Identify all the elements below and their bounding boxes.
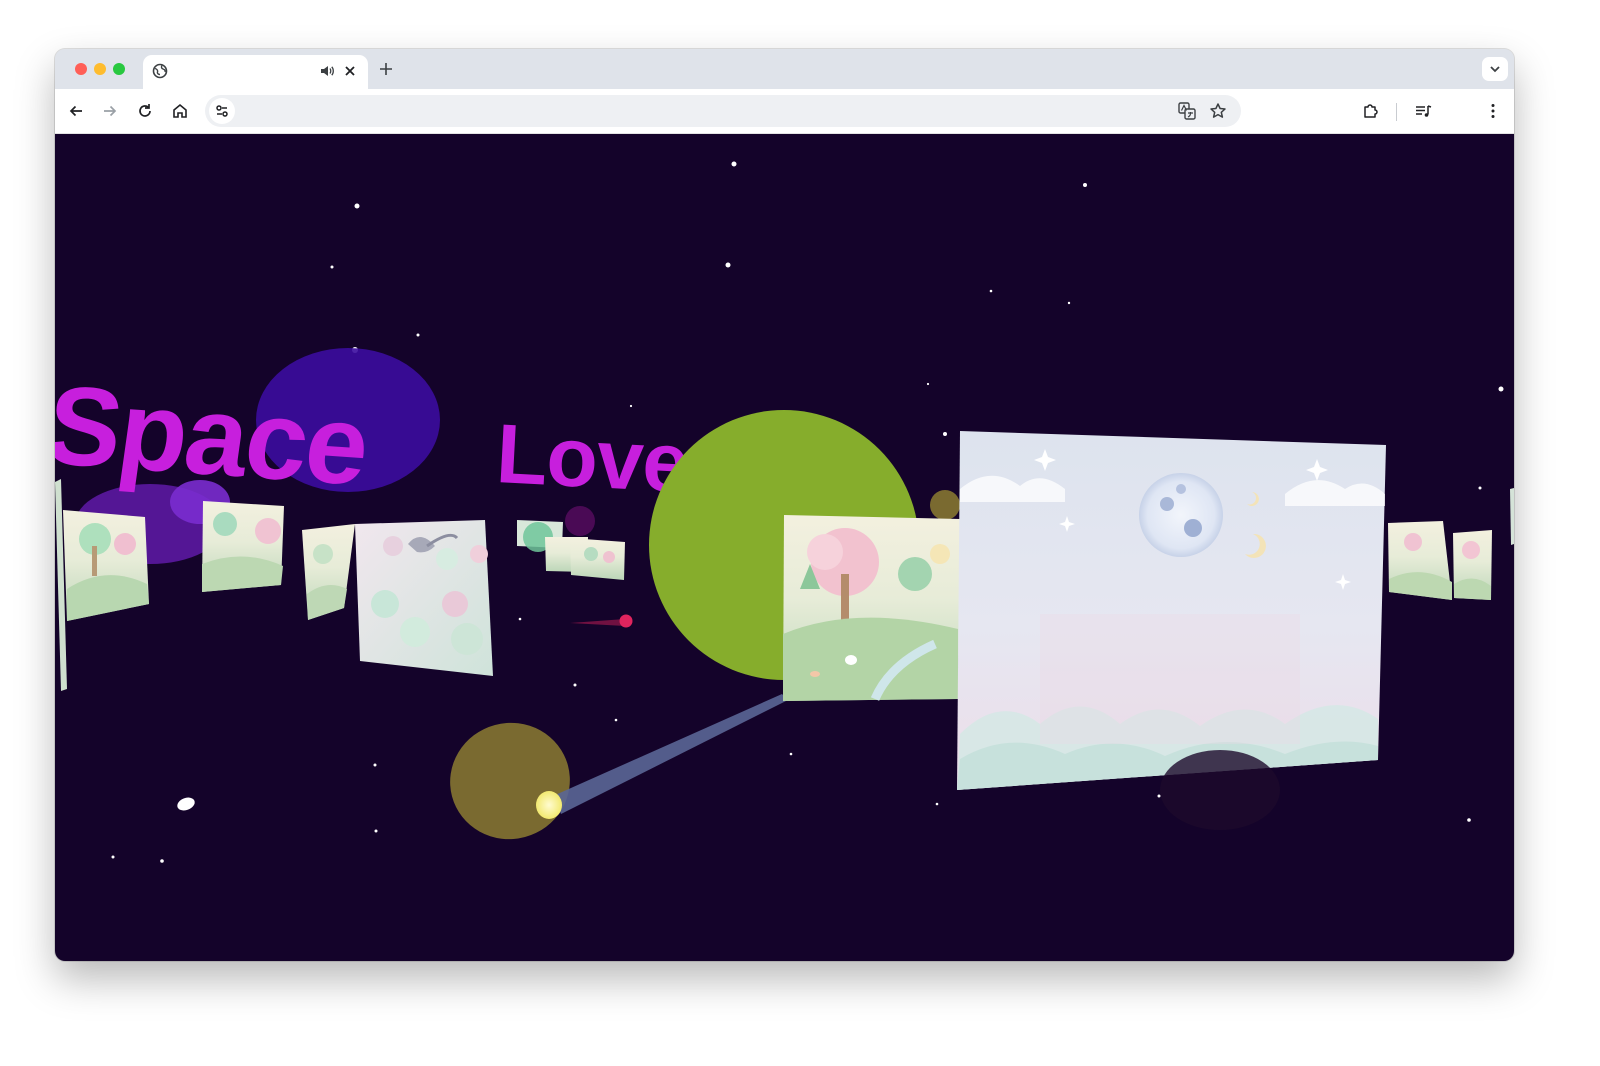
page-viewport: Space Love xyxy=(55,134,1514,961)
queue-music-icon xyxy=(1416,105,1432,117)
small-olive-moon xyxy=(930,490,960,520)
space-scene-canvas[interactable]: Space Love xyxy=(55,134,1514,961)
picture-card-distant-3[interactable] xyxy=(570,538,625,580)
arrow-left-icon xyxy=(69,105,82,117)
light-beam xyxy=(553,694,788,814)
shadow-blob xyxy=(1160,750,1280,830)
dark-moon xyxy=(565,506,595,536)
olive-planet xyxy=(450,722,570,840)
home-button[interactable] xyxy=(170,101,190,121)
star-icon[interactable] xyxy=(1208,101,1228,121)
home-icon xyxy=(173,103,187,118)
arrow-right-icon xyxy=(104,105,117,117)
reload-icon xyxy=(139,104,151,117)
tab-strip xyxy=(55,49,1514,89)
extensions-button[interactable] xyxy=(1361,101,1381,121)
tune-icon xyxy=(216,105,228,117)
picture-card-night-sky[interactable] xyxy=(957,431,1386,790)
minimize-window-button[interactable] xyxy=(94,63,106,75)
forward-button[interactable] xyxy=(100,101,120,121)
picture-card-meadow-2[interactable] xyxy=(202,501,284,592)
browser-window: Space Love xyxy=(55,49,1514,961)
back-button[interactable] xyxy=(66,101,86,121)
close-window-button[interactable] xyxy=(75,63,87,75)
scene-title-space: Space xyxy=(55,361,375,508)
translate-icon[interactable] xyxy=(1177,101,1197,121)
address-bar[interactable] xyxy=(205,95,1241,127)
glowing-orb xyxy=(536,791,562,819)
picture-card-meadow-right-1[interactable] xyxy=(1388,521,1452,600)
globe-icon xyxy=(151,62,169,80)
zoom-window-button[interactable] xyxy=(113,63,125,75)
tab-search-button[interactable] xyxy=(1482,57,1508,81)
toolbar-divider xyxy=(1396,103,1397,121)
picture-card-meadow-3[interactable] xyxy=(302,524,355,620)
site-info-button[interactable] xyxy=(209,98,235,124)
plus-icon[interactable] xyxy=(377,60,395,78)
kebab-menu-icon xyxy=(1491,104,1495,118)
browser-tab[interactable] xyxy=(143,55,368,89)
picture-card-balloons[interactable] xyxy=(355,520,493,676)
close-icon[interactable] xyxy=(343,64,357,78)
picture-card-edge-right xyxy=(1510,488,1514,545)
speaker-icon[interactable] xyxy=(319,63,335,79)
media-controls-button[interactable] xyxy=(1413,101,1433,121)
meteor xyxy=(570,614,633,628)
puzzle-icon xyxy=(1364,104,1378,118)
browser-menu-button[interactable] xyxy=(1483,101,1503,121)
chevron-down-icon xyxy=(1490,66,1500,73)
picture-card-meadow-right-2[interactable] xyxy=(1453,530,1492,600)
picture-card-meadow-large[interactable] xyxy=(783,515,960,701)
reload-button[interactable] xyxy=(135,101,155,121)
browser-toolbar xyxy=(55,89,1514,134)
picture-card-meadow-1[interactable] xyxy=(63,510,149,621)
